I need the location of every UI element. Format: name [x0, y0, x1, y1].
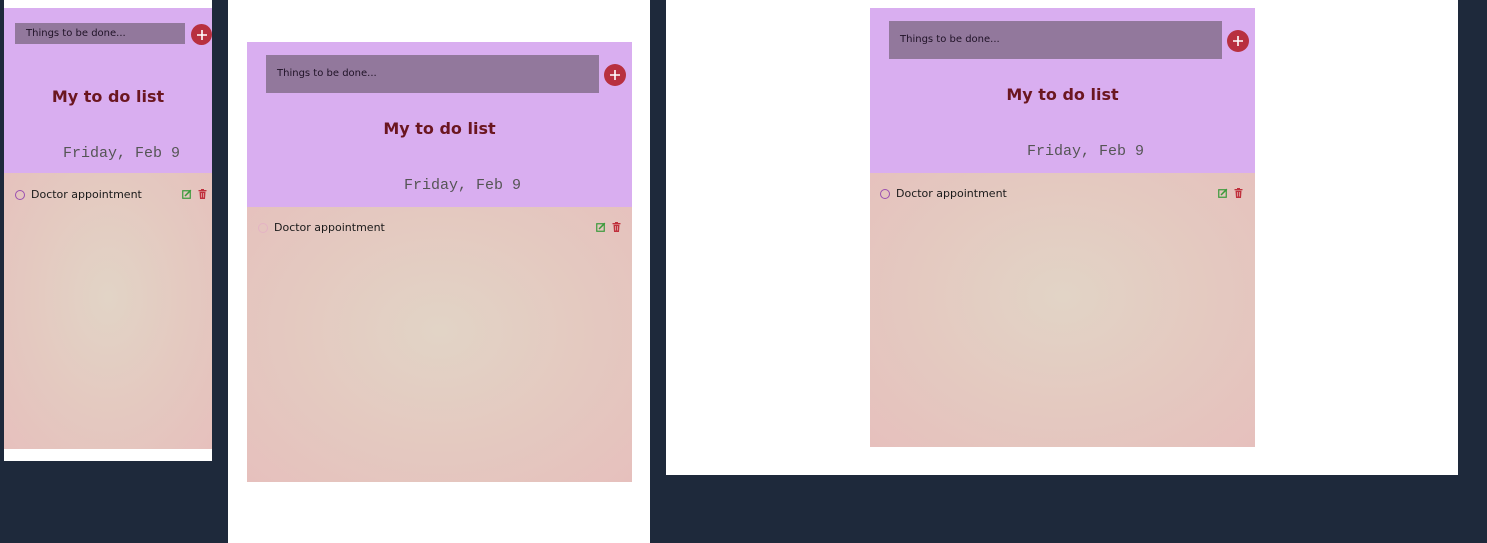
- todo-item: Doctor appointment: [258, 221, 385, 234]
- todo-card: Things to be done... My to do list Frida…: [870, 8, 1255, 447]
- page-title: My to do list: [383, 119, 496, 138]
- preview-frame-wide: Things to be done... My to do list Frida…: [666, 0, 1458, 475]
- new-task-input[interactable]: Things to be done...: [889, 21, 1222, 59]
- todo-header: Things to be done... My to do list Frida…: [4, 8, 212, 173]
- trash-icon[interactable]: [198, 189, 207, 199]
- page-title: My to do list: [51, 87, 165, 106]
- plus-icon: [196, 29, 207, 40]
- todo-item-label: Doctor appointment: [274, 221, 385, 234]
- input-placeholder: Things to be done...: [900, 34, 1000, 45]
- current-date: Friday, Feb 9: [63, 145, 181, 162]
- page-title: My to do list: [1006, 85, 1119, 104]
- circle-checkbox-icon[interactable]: [880, 188, 890, 199]
- circle-checkbox-icon[interactable]: [15, 189, 25, 200]
- trash-icon[interactable]: [612, 222, 621, 232]
- todo-header: Things to be done... My to do list Frida…: [247, 42, 632, 207]
- edit-icon[interactable]: [1218, 188, 1228, 198]
- todo-card: Things to be done... My to do list Frida…: [4, 8, 212, 449]
- todo-item-label: Doctor appointment: [31, 188, 142, 201]
- new-task-input[interactable]: Things to be done...: [266, 55, 599, 93]
- input-placeholder: Things to be done...: [26, 27, 126, 39]
- todo-item-actions: [596, 222, 621, 232]
- add-task-button[interactable]: [1227, 30, 1249, 52]
- todo-list: Doctor appointment: [4, 173, 212, 449]
- todo-item-actions: [182, 189, 207, 199]
- todo-item: Doctor appointment: [15, 188, 142, 201]
- todo-list: Doctor appointment: [247, 207, 632, 482]
- edit-icon[interactable]: [182, 189, 192, 199]
- preview-frame-medium: Things to be done... My to do list Frida…: [228, 0, 650, 543]
- todo-item-label: Doctor appointment: [896, 187, 1007, 200]
- trash-icon[interactable]: [1234, 188, 1243, 198]
- todo-item-actions: [1218, 188, 1243, 198]
- plus-icon: [1233, 36, 1243, 46]
- preview-frame-narrow: Things to be done... My to do list Frida…: [4, 0, 212, 461]
- circle-checkbox-icon[interactable]: [258, 222, 268, 233]
- add-task-button[interactable]: [191, 24, 212, 45]
- plus-icon: [610, 70, 620, 80]
- add-task-button[interactable]: [604, 64, 626, 86]
- new-task-input[interactable]: Things to be done...: [15, 23, 185, 44]
- todo-item: Doctor appointment: [880, 187, 1007, 200]
- todo-header: Things to be done... My to do list Frida…: [870, 8, 1255, 173]
- input-placeholder: Things to be done...: [277, 68, 377, 79]
- todo-card: Things to be done... My to do list Frida…: [247, 42, 632, 482]
- edit-icon[interactable]: [596, 222, 606, 232]
- todo-list: Doctor appointment: [870, 173, 1255, 447]
- current-date: Friday, Feb 9: [404, 177, 522, 194]
- current-date: Friday, Feb 9: [1027, 143, 1145, 160]
